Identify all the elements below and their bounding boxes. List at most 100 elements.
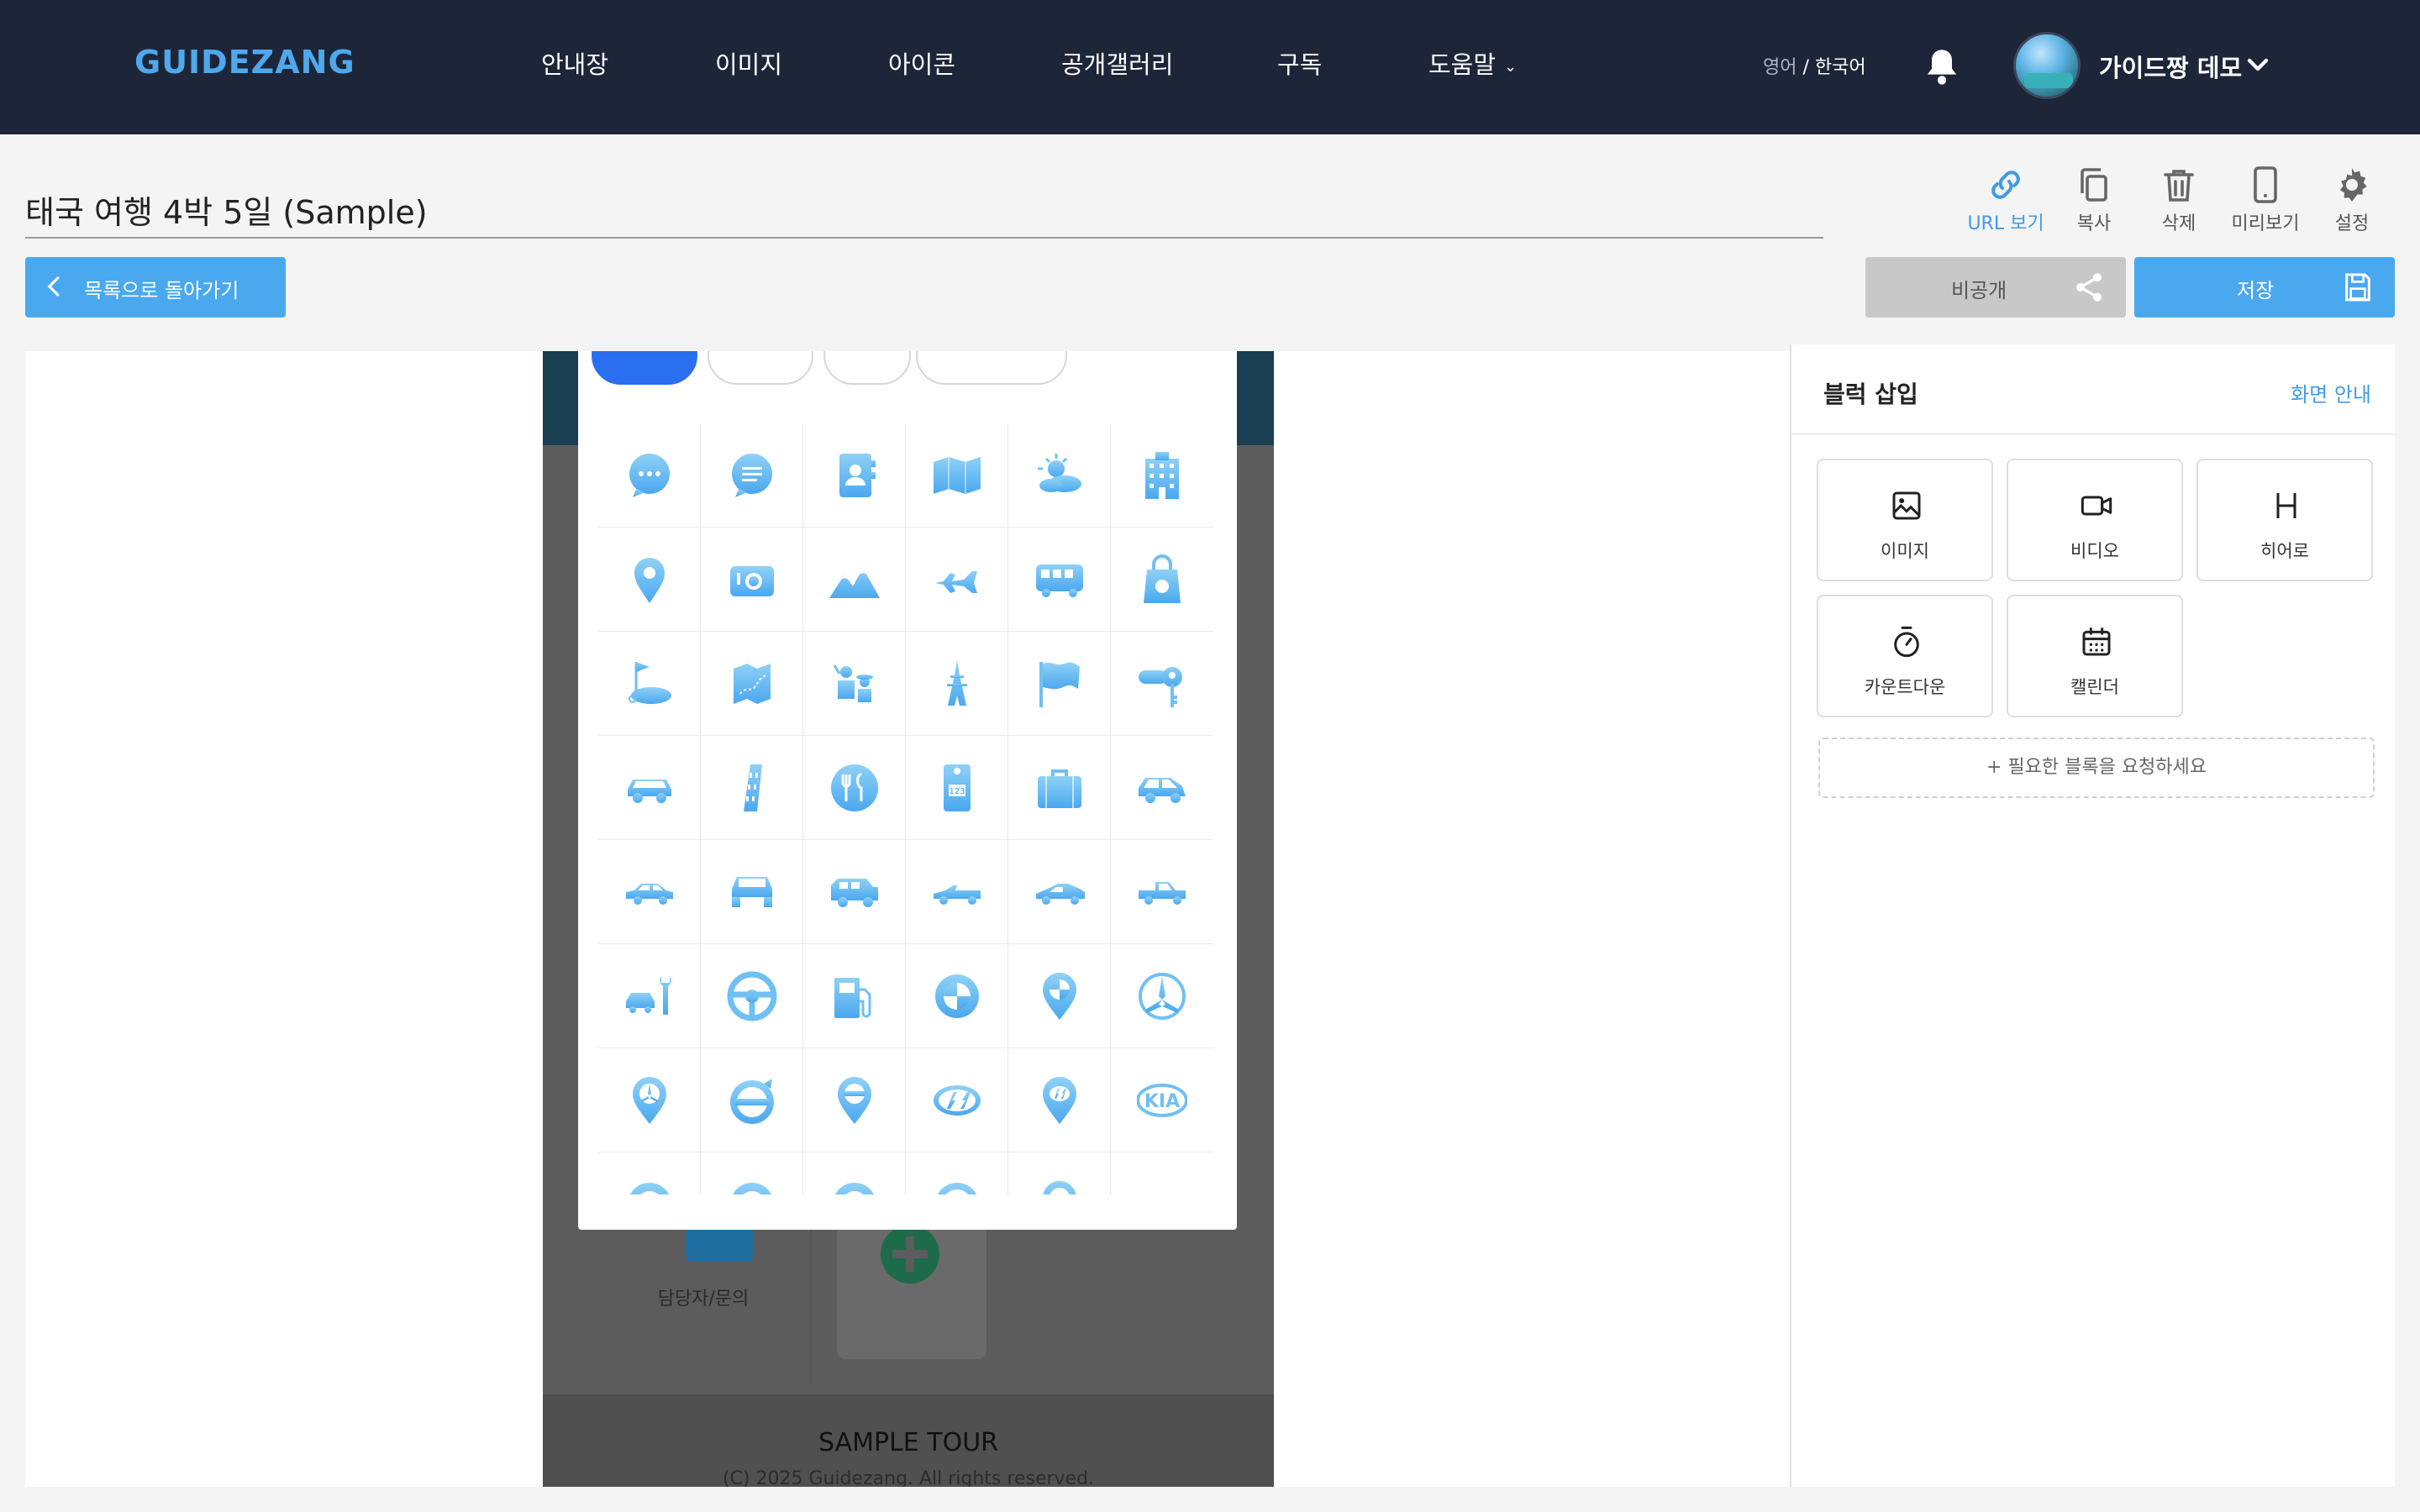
chevron-down-icon: ⌄ <box>1504 57 1518 76</box>
icon-option[interactable] <box>1008 528 1111 632</box>
icon-option[interactable] <box>803 423 906 528</box>
icon-option[interactable] <box>1111 944 1213 1048</box>
screen-guide-link[interactable]: 화면 안내 <box>2291 378 2371 407</box>
kia-logo-icon: KIA <box>1137 1084 1187 1117</box>
copy-icon <box>2081 168 2107 202</box>
lang-option-korean[interactable]: 한국어 <box>1815 57 1866 78</box>
icon-option[interactable] <box>1111 632 1213 736</box>
guidezang-logo[interactable]: GUIDEZANG <box>134 44 355 81</box>
back-to-list-button[interactable]: 목록으로 돌아가기 <box>25 257 286 318</box>
page-title[interactable]: 태국 여행 4박 5일 (Sample) <box>25 186 428 233</box>
url-view-button[interactable]: URL 보기 <box>1960 165 2052 235</box>
icon-category-tab-active[interactable] <box>592 351 697 385</box>
icon-option[interactable] <box>701 1152 803 1194</box>
image-icon <box>1892 491 1921 520</box>
icon-option[interactable] <box>1008 632 1111 736</box>
icon-option[interactable] <box>598 1152 701 1194</box>
icon-option[interactable] <box>1008 1152 1111 1194</box>
nav-item-help-label: 도움말 <box>1428 50 1497 79</box>
icon-option[interactable] <box>701 1048 803 1152</box>
icon-option[interactable] <box>906 944 1008 1048</box>
block-hero[interactable]: 히어로 <box>2196 459 2373 581</box>
avatar[interactable] <box>2013 32 2081 99</box>
icon-option[interactable] <box>1008 736 1111 840</box>
icon-option[interactable] <box>598 840 701 944</box>
icon-option[interactable] <box>1111 528 1213 632</box>
preview-button[interactable]: 미리보기 <box>2219 165 2312 235</box>
icon-option[interactable] <box>906 840 1008 944</box>
icon-category-tab[interactable] <box>916 351 1067 385</box>
private-share-button[interactable]: 비공개 <box>1865 257 2126 318</box>
volvo-pin-icon <box>838 1077 871 1124</box>
floppy-disk-icon <box>2345 273 2370 302</box>
icon-option[interactable] <box>906 1048 1008 1152</box>
icon-option[interactable] <box>803 632 906 736</box>
settings-button[interactable]: 설정 <box>2306 165 2398 235</box>
icon-option[interactable] <box>906 632 1008 736</box>
nav-item-icons[interactable]: 아이콘 <box>888 45 955 81</box>
icon-option[interactable] <box>803 1152 906 1194</box>
block-image-label: 이미지 <box>1881 541 1929 561</box>
fuel-pump-icon <box>834 978 871 1018</box>
icon-option[interactable] <box>1008 1048 1111 1152</box>
lang-option-english[interactable]: 영어 <box>1763 57 1797 78</box>
icon-option[interactable] <box>1008 423 1111 528</box>
request-block-link[interactable]: + 필요한 블록을 요청하세요 <box>1818 738 2375 798</box>
nav-item-help[interactable]: 도움말 ⌄ <box>1428 45 1517 81</box>
icon-option[interactable] <box>701 632 803 736</box>
icon-option[interactable] <box>1008 944 1111 1048</box>
block-image[interactable]: 이미지 <box>1817 459 1993 581</box>
block-countdown-label: 카운트다운 <box>1864 677 1946 697</box>
block-video[interactable]: 비디오 <box>2007 459 2183 581</box>
icon-option[interactable] <box>598 944 701 1048</box>
icon-option[interactable] <box>701 944 803 1048</box>
icon-option[interactable]: KIA <box>1111 1048 1213 1152</box>
copy-button[interactable]: 복사 <box>2048 165 2140 235</box>
nav-item-guide[interactable]: 안내장 <box>541 45 608 81</box>
volvo-logo-icon <box>730 1079 774 1124</box>
icon-category-tab[interactable] <box>823 351 911 385</box>
nav-item-public-gallery[interactable]: 공개갤러리 <box>1061 45 1173 81</box>
icon-option[interactable] <box>1111 736 1213 840</box>
block-countdown[interactable]: 카운트다운 <box>1817 595 1993 717</box>
icon-category-tab[interactable] <box>708 351 813 385</box>
add-item-card[interactable] <box>837 1208 986 1359</box>
icon-option[interactable] <box>906 528 1008 632</box>
icon-option[interactable] <box>1111 840 1213 944</box>
car-front-icon <box>628 780 671 803</box>
icon-option[interactable] <box>598 632 701 736</box>
icon-option[interactable] <box>701 736 803 840</box>
block-calendar[interactable]: 캘린더 <box>2007 595 2183 717</box>
map-route-icon <box>734 664 771 704</box>
icon-option[interactable] <box>1008 840 1111 944</box>
icon-option[interactable] <box>598 1048 701 1152</box>
icon-option[interactable] <box>803 528 906 632</box>
icon-option[interactable] <box>906 1152 1008 1194</box>
icon-option[interactable] <box>803 1048 906 1152</box>
folded-map-icon <box>934 457 981 494</box>
nav-item-subscribe[interactable]: 구독 <box>1277 45 1322 81</box>
save-button[interactable]: 저장 <box>2134 257 2395 318</box>
icon-option[interactable] <box>803 944 906 1048</box>
icon-option[interactable]: 123 <box>906 736 1008 840</box>
icon-option[interactable] <box>701 840 803 944</box>
icon-option[interactable] <box>906 423 1008 528</box>
mercedes-pin-icon <box>633 1077 666 1124</box>
car-sedan-icon <box>626 884 673 905</box>
language-switcher[interactable]: 영어 / 한국어 <box>1763 52 1866 79</box>
chevron-down-icon[interactable] <box>2245 52 2270 77</box>
icon-option[interactable] <box>1111 1152 1213 1194</box>
lang-separator: / <box>1797 57 1815 78</box>
icon-option[interactable] <box>598 736 701 840</box>
user-name[interactable]: 가이드짱 데모 <box>2099 49 2242 84</box>
icon-option[interactable] <box>598 423 701 528</box>
icon-option[interactable] <box>803 736 906 840</box>
icon-option[interactable] <box>701 423 803 528</box>
icon-option[interactable] <box>598 528 701 632</box>
icon-option[interactable] <box>1111 423 1213 528</box>
icon-option[interactable] <box>803 840 906 944</box>
bell-icon[interactable] <box>1924 47 1960 87</box>
delete-button[interactable]: 삭제 <box>2133 165 2225 235</box>
icon-option[interactable] <box>701 528 803 632</box>
nav-item-images[interactable]: 이미지 <box>715 45 782 81</box>
